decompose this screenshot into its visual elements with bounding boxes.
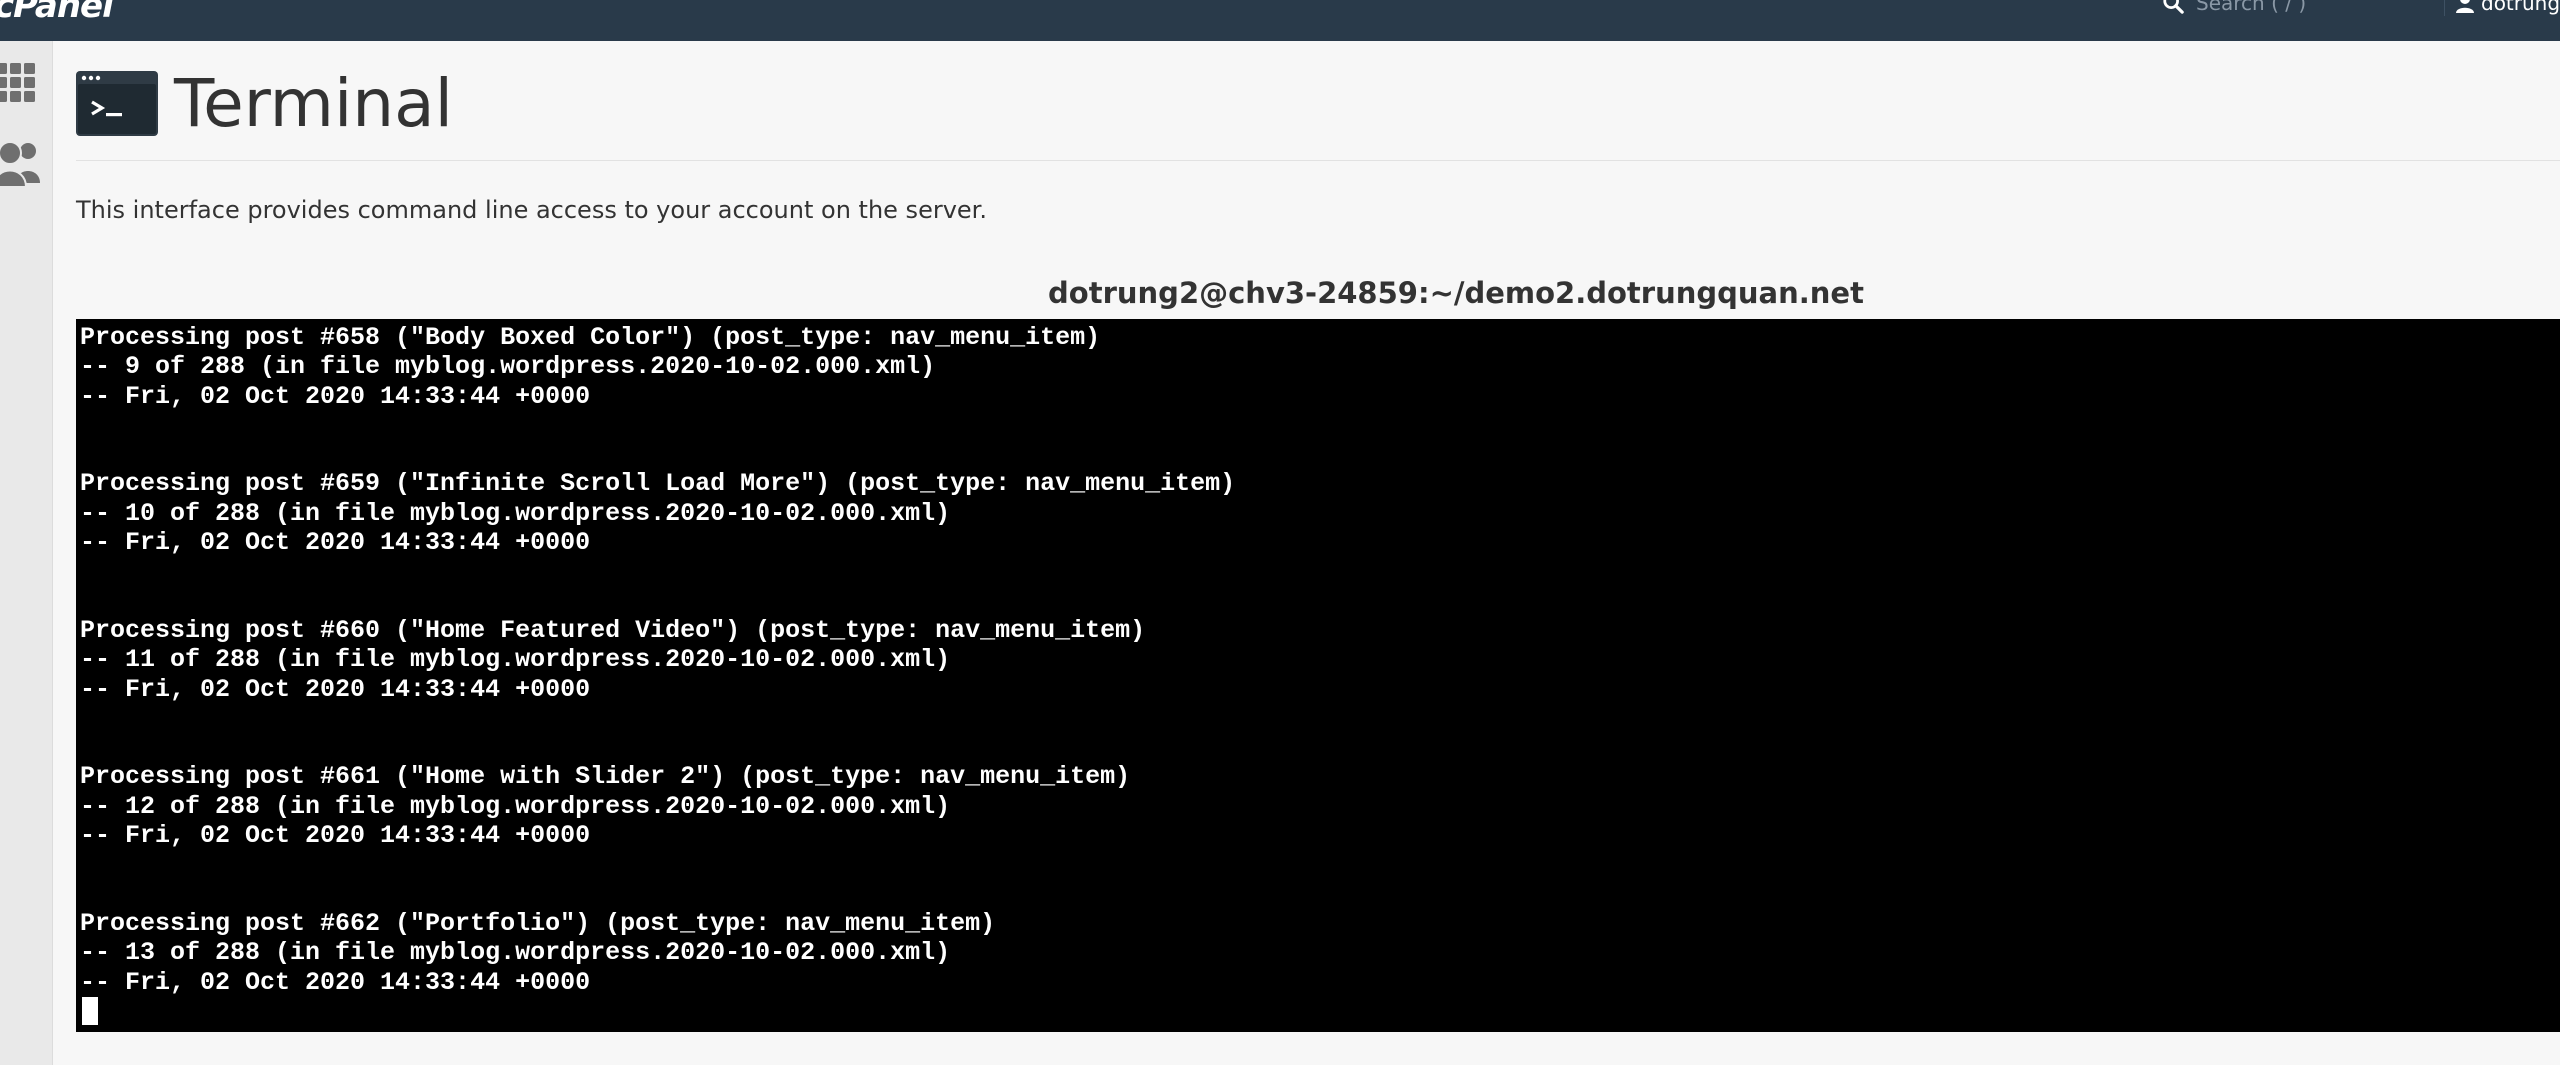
terminal-line: -- Fri, 02 Oct 2020 14:33:44 +0000 [80, 674, 591, 704]
terminal-line: Processing post #661 ("Home with Slider … [80, 762, 1131, 792]
terminal-cursor [82, 997, 98, 1025]
top-navbar: cPanel dotrung2 [0, 0, 2560, 41]
terminal-line: -- Fri, 02 Oct 2020 14:33:44 +0000 [80, 528, 591, 558]
search-icon[interactable] [2162, 0, 2184, 14]
terminal-output: Processing post #658 ("Body Boxed Color"… [80, 323, 1235, 997]
terminal-line: -- Fri, 02 Oct 2020 14:33:44 +0000 [80, 821, 591, 851]
users-icon[interactable] [0, 139, 42, 189]
search-input[interactable] [2196, 0, 2436, 16]
terminal-line: -- 9 of 288 (in file myblog.wordpress.20… [80, 352, 936, 382]
page-title: Terminal [174, 65, 453, 142]
page-description: This interface provides command line acc… [76, 196, 987, 224]
terminal-line: -- 12 of 288 (in file myblog.wordpress.2… [80, 791, 951, 821]
user-icon [2456, 0, 2474, 13]
terminal-window[interactable]: Processing post #658 ("Body Boxed Color"… [76, 319, 2560, 1032]
grid-icon[interactable] [0, 63, 36, 103]
terminal-line: Processing post #660 ("Home Featured Vid… [80, 615, 1146, 645]
terminal-line: Processing post #658 ("Body Boxed Color"… [80, 323, 1101, 352]
terminal-icon [76, 71, 158, 136]
terminal-session-title: dotrung2@chv3-24859:~/demo2.dotrungquan.… [1048, 276, 1864, 310]
title-divider [76, 160, 2560, 161]
terminal-line: Processing post #662 ("Portfolio") (post… [80, 908, 996, 938]
sidebar [0, 41, 53, 1065]
terminal-line: -- Fri, 02 Oct 2020 14:33:44 +0000 [80, 381, 591, 411]
terminal-line: -- Fri, 02 Oct 2020 14:33:44 +0000 [80, 967, 591, 997]
terminal-line: -- 13 of 288 (in file myblog.wordpress.2… [80, 938, 951, 968]
terminal-line: Processing post #659 ("Infinite Scroll L… [80, 469, 1236, 499]
user-menu[interactable]: dotrung2 [2444, 0, 2560, 16]
user-name: dotrung2 [2481, 0, 2560, 15]
terminal-line: -- 10 of 288 (in file myblog.wordpress.2… [80, 498, 951, 528]
terminal-line: -- 11 of 288 (in file myblog.wordpress.2… [80, 645, 951, 675]
cpanel-logo[interactable]: cPanel [0, 0, 114, 26]
